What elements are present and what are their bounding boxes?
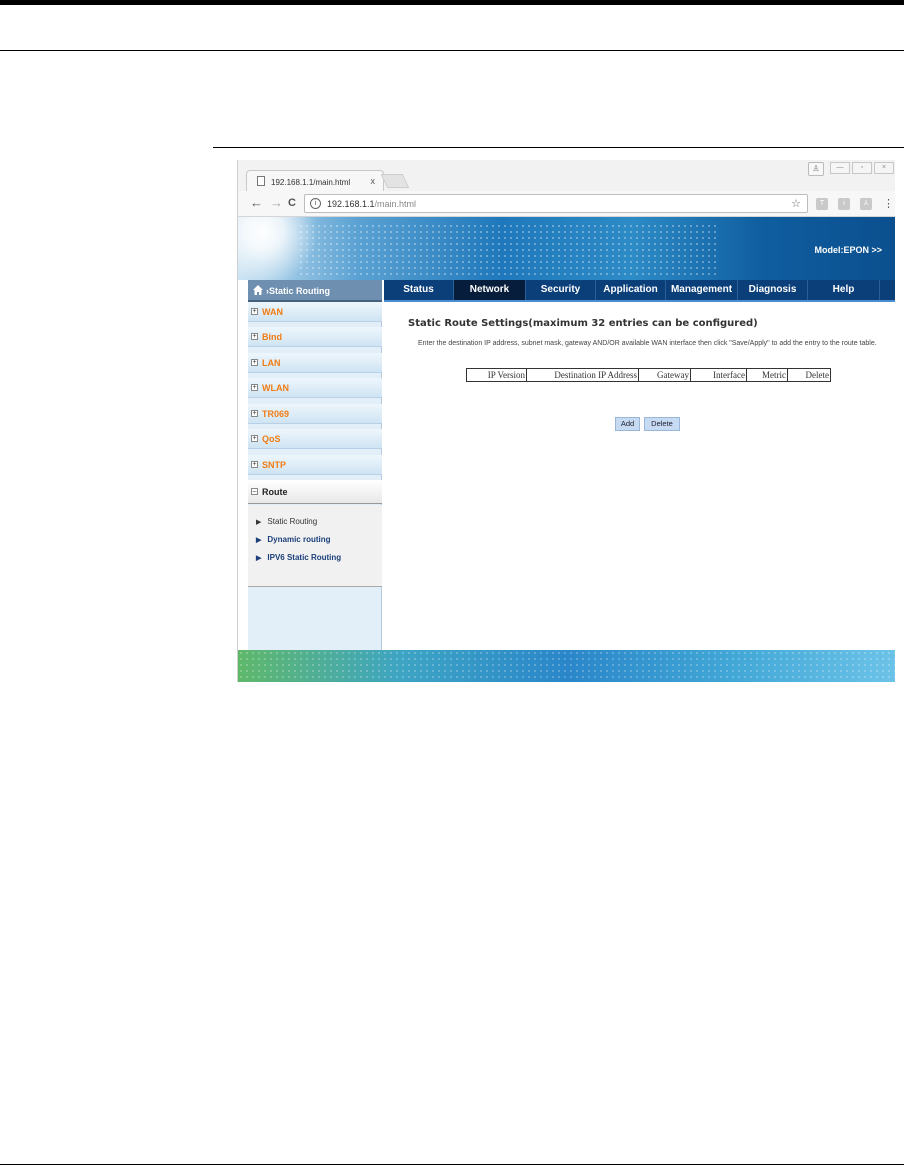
column-header: Delete bbox=[787, 368, 831, 382]
nav-application[interactable]: Application bbox=[596, 280, 666, 300]
breadcrumb-label: ›Static Routing bbox=[266, 286, 330, 296]
reload-icon[interactable]: C bbox=[288, 195, 296, 211]
info-icon[interactable]: i bbox=[310, 198, 321, 209]
document-header-rule bbox=[0, 50, 904, 51]
sidebar-item-label: Bind bbox=[262, 332, 282, 342]
browser-window: 192.168.1.1/main.html x ♙ — ▫ × ← → C i … bbox=[237, 160, 895, 682]
sub-item-label: Static Routing bbox=[267, 517, 318, 526]
sidebar-item-label: SNTP bbox=[262, 460, 287, 470]
browser-tab[interactable]: 192.168.1.1/main.html x bbox=[246, 170, 384, 192]
page-icon bbox=[257, 176, 265, 186]
sidebar-item-qos[interactable]: + QoS bbox=[248, 429, 382, 449]
sidebar-item-label: QoS bbox=[262, 434, 281, 444]
table-header-row: IP Version Destination IP Address Gatewa… bbox=[466, 368, 831, 382]
forward-arrow-icon[interactable]: → bbox=[270, 195, 283, 211]
sidebar-item-tr069[interactable]: + TR069 bbox=[248, 404, 382, 424]
expand-plus-icon: + bbox=[251, 384, 258, 391]
sidebar-item-bind[interactable]: + Bind bbox=[248, 327, 382, 347]
triangle-right-icon: ▶ bbox=[256, 537, 262, 544]
expand-plus-icon: + bbox=[251, 359, 258, 366]
expand-plus-icon: + bbox=[251, 410, 258, 417]
model-label: Model:EPON >> bbox=[814, 245, 882, 255]
nav-diagnosis[interactable]: Diagnosis bbox=[738, 280, 808, 300]
router-banner: Model:EPON >> bbox=[238, 217, 895, 280]
column-header: Gateway bbox=[638, 368, 691, 382]
nav-management[interactable]: Management bbox=[666, 280, 738, 300]
sidebar-item-wlan[interactable]: + WLAN bbox=[248, 378, 382, 398]
expand-plus-icon: + bbox=[251, 461, 258, 468]
sidebar: + WAN + Bind + LAN + WLAN + TR069 + QoS bbox=[248, 302, 382, 650]
user-profile-icon[interactable]: ♙ bbox=[808, 162, 824, 176]
tab-strip: 192.168.1.1/main.html x ♙ — ▫ × bbox=[238, 160, 895, 192]
triangle-right-icon: ▶ bbox=[256, 555, 262, 562]
sub-item-label: Dynamic routing bbox=[267, 535, 331, 544]
sidebar-item-label: LAN bbox=[262, 358, 281, 368]
new-tab-button[interactable] bbox=[380, 174, 410, 188]
url-path: /main.html bbox=[374, 199, 417, 209]
browser-toolbar: ← → C i 192.168.1.1/main.html ☆ T i ⅄ ⋮ bbox=[238, 191, 895, 217]
document-top-rule bbox=[0, 0, 904, 5]
nav-help[interactable]: Help bbox=[808, 280, 880, 300]
breadcrumb: ›Static Routing bbox=[248, 280, 382, 302]
sidebar-item-label: WAN bbox=[262, 307, 283, 317]
document-footer-rule bbox=[0, 1164, 904, 1165]
sub-item-dynamic-routing[interactable]: ▶ Dynamic routing bbox=[256, 535, 331, 544]
back-arrow-icon[interactable]: ← bbox=[250, 195, 263, 211]
address-bar[interactable]: i 192.168.1.1/main.html ☆ bbox=[304, 194, 808, 213]
nav-network[interactable]: Network bbox=[454, 280, 526, 300]
collapse-minus-icon: – bbox=[251, 488, 258, 495]
document-section-rule bbox=[213, 147, 904, 148]
page-description: Enter the destination IP address, subnet… bbox=[418, 340, 877, 347]
extension-icon-1[interactable]: T bbox=[816, 198, 828, 210]
sidebar-item-label: TR069 bbox=[262, 409, 290, 419]
router-page: Model:EPON >> ›Static Routing Status Net… bbox=[238, 217, 895, 682]
bookmark-star-icon[interactable]: ☆ bbox=[791, 197, 801, 210]
sub-item-ipv6-static-routing[interactable]: ▶ IPV6 Static Routing bbox=[256, 553, 341, 562]
nav-security[interactable]: Security bbox=[526, 280, 596, 300]
column-header: Metric bbox=[746, 368, 788, 382]
sub-item-static-routing[interactable]: ▶ Static Routing bbox=[256, 517, 317, 526]
column-header: Destination IP Address bbox=[526, 368, 639, 382]
top-nav: Status Network Security Application Mana… bbox=[384, 280, 895, 302]
sidebar-item-label: Route bbox=[262, 487, 288, 497]
tab-title: 192.168.1.1/main.html bbox=[271, 178, 351, 187]
delete-button[interactable]: Delete bbox=[644, 417, 680, 431]
router-footer bbox=[238, 650, 895, 682]
main-content: Static Route Settings(maximum 32 entries… bbox=[384, 302, 895, 650]
sub-item-label: IPV6 Static Routing bbox=[267, 553, 342, 562]
expand-plus-icon: + bbox=[251, 435, 258, 442]
browser-menu-icon[interactable]: ⋮ bbox=[883, 197, 894, 210]
url-host: 192.168.1.1 bbox=[327, 199, 375, 209]
add-button[interactable]: Add bbox=[615, 417, 640, 431]
maximize-icon[interactable]: ▫ bbox=[852, 162, 872, 174]
footer-pattern bbox=[238, 650, 895, 682]
route-table: IP Version Destination IP Address Gatewa… bbox=[466, 368, 831, 382]
route-submenu: ▶ Static Routing ▶ Dynamic routing ▶ IPV6 S… bbox=[248, 505, 382, 587]
sidebar-item-wan[interactable]: + WAN bbox=[248, 302, 382, 322]
close-tab-icon[interactable]: x bbox=[371, 176, 376, 186]
expand-plus-icon: + bbox=[251, 333, 258, 340]
sidebar-item-label: WLAN bbox=[262, 383, 289, 393]
expand-plus-icon: + bbox=[251, 308, 258, 315]
home-icon[interactable] bbox=[252, 284, 264, 296]
sidebar-item-sntp[interactable]: + SNTP bbox=[248, 455, 382, 475]
extension-icon-3[interactable]: ⅄ bbox=[860, 198, 872, 210]
sidebar-item-route[interactable]: – Route bbox=[248, 480, 382, 504]
extension-icon-2[interactable]: i bbox=[838, 198, 850, 210]
column-header: IP Version bbox=[466, 368, 527, 382]
page-title: Static Route Settings(maximum 32 entries… bbox=[408, 318, 758, 329]
close-window-icon[interactable]: × bbox=[874, 162, 894, 174]
sidebar-item-lan[interactable]: + LAN bbox=[248, 353, 382, 373]
triangle-right-icon: ▶ bbox=[256, 519, 262, 526]
column-header: Interface bbox=[690, 368, 747, 382]
minimize-icon[interactable]: — bbox=[830, 162, 850, 174]
banner-pattern bbox=[298, 223, 718, 275]
nav-status[interactable]: Status bbox=[384, 280, 454, 300]
